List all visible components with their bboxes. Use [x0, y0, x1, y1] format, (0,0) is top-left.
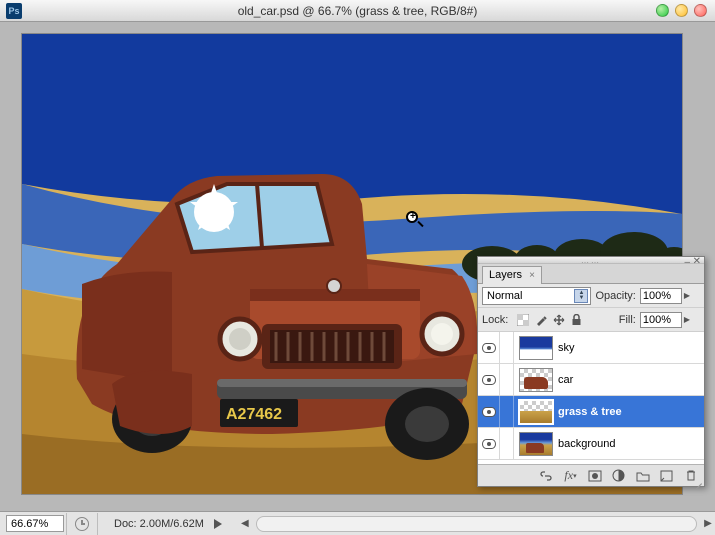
tab-label: Layers: [489, 269, 522, 281]
layer-row[interactable]: car: [478, 364, 704, 396]
zoom-level-field[interactable]: [6, 515, 64, 532]
layer-name[interactable]: grass & tree: [558, 406, 622, 418]
layer-link-col[interactable]: [500, 364, 514, 395]
lock-pixels-icon[interactable]: [534, 313, 547, 326]
chevron-updown-icon: ▲▼: [574, 289, 588, 303]
layer-thumbnail[interactable]: [519, 368, 553, 392]
layer-visibility-toggle[interactable]: [478, 364, 500, 395]
layer-style-icon[interactable]: fx▾: [563, 468, 578, 483]
lock-label: Lock:: [482, 314, 508, 326]
new-layer-icon[interactable]: [659, 468, 674, 483]
window-controls: [656, 4, 707, 17]
layer-visibility-toggle[interactable]: [478, 428, 500, 459]
eye-icon: [482, 343, 496, 353]
app-icon: Ps: [6, 3, 22, 19]
opacity-field[interactable]: 100%: [640, 288, 682, 304]
status-bar: Doc: 2.00M/6.62M ◀ ▶: [0, 511, 715, 535]
layer-row[interactable]: background: [478, 428, 704, 460]
blend-opacity-row: Normal ▲▼ Opacity: 100% ▶: [478, 284, 704, 308]
chevron-right-icon[interactable]: ▶: [684, 315, 690, 324]
opacity-value: 100%: [643, 290, 671, 302]
layers-panel[interactable]: ⋯⋯ – ✕ Layers × Normal ▲▼ Opacity: 100% …: [477, 256, 705, 487]
window-title: old_car.psd @ 66.7% (grass & tree, RGB/8…: [0, 4, 715, 18]
eye-icon: [482, 407, 496, 417]
status-info-menu[interactable]: [212, 518, 224, 530]
minimize-traffic-light[interactable]: [675, 4, 688, 17]
link-layers-icon[interactable]: [539, 468, 554, 483]
status-clock-icon[interactable]: [75, 517, 89, 531]
panel-tabs: Layers ×: [478, 264, 704, 284]
layer-name[interactable]: sky: [558, 342, 575, 354]
adjustment-layer-icon[interactable]: [611, 468, 626, 483]
layers-panel-footer: fx▾: [478, 464, 704, 486]
layer-link-col[interactable]: [500, 332, 514, 363]
canvas-area[interactable]: A27462 ⋯⋯ – ✕ Layers ×: [0, 22, 715, 511]
svg-text:A27462: A27462: [226, 406, 282, 423]
zoom-traffic-light[interactable]: [656, 4, 669, 17]
scroll-left-icon[interactable]: ◀: [238, 517, 252, 531]
lock-icons-group: [516, 313, 583, 326]
tab-layers[interactable]: Layers ×: [482, 266, 542, 284]
tab-close-icon[interactable]: ×: [529, 270, 535, 281]
layer-list: sky car grass & tree background: [478, 332, 704, 464]
lock-fill-row: Lock: Fill: 100% ▶: [478, 308, 704, 332]
layer-visibility-toggle[interactable]: [478, 332, 500, 363]
lock-position-icon[interactable]: [552, 313, 565, 326]
layer-mask-icon[interactable]: [587, 468, 602, 483]
panel-close-icon[interactable]: ✕: [693, 256, 701, 267]
fill-value: 100%: [643, 314, 671, 326]
fill-label: Fill:: [619, 314, 636, 326]
layer-link-col[interactable]: [500, 396, 514, 427]
layer-name[interactable]: background: [558, 438, 616, 450]
panel-minimize-icon[interactable]: –: [684, 257, 690, 268]
layer-row[interactable]: grass & tree: [478, 396, 704, 428]
close-traffic-light[interactable]: [694, 4, 707, 17]
window-titlebar: Ps old_car.psd @ 66.7% (grass & tree, RG…: [0, 0, 715, 22]
document-size-info: Doc: 2.00M/6.62M: [114, 518, 204, 530]
layer-thumbnail[interactable]: [519, 432, 553, 456]
scroll-right-icon[interactable]: ▶: [701, 517, 715, 531]
layer-link-col[interactable]: [500, 428, 514, 459]
layer-visibility-toggle[interactable]: [478, 396, 500, 427]
eye-icon: [482, 375, 496, 385]
panel-drag-grip[interactable]: ⋯⋯ – ✕: [478, 257, 704, 264]
fill-field[interactable]: 100%: [640, 312, 682, 328]
blend-mode-select[interactable]: Normal ▲▼: [482, 287, 591, 305]
blend-mode-value: Normal: [487, 290, 522, 302]
opacity-label: Opacity:: [595, 290, 635, 302]
horizontal-scrollbar[interactable]: [256, 516, 697, 532]
lock-all-icon[interactable]: [570, 313, 583, 326]
chevron-right-icon[interactable]: ▶: [684, 291, 690, 300]
layer-name[interactable]: car: [558, 374, 573, 386]
eye-icon: [482, 439, 496, 449]
layer-row[interactable]: sky: [478, 332, 704, 364]
new-group-icon[interactable]: [635, 468, 650, 483]
layer-thumbnail[interactable]: [519, 336, 553, 360]
lock-transparency-icon[interactable]: [516, 313, 529, 326]
layer-thumbnail[interactable]: [519, 400, 553, 424]
panel-resize-grip[interactable]: [691, 473, 703, 485]
